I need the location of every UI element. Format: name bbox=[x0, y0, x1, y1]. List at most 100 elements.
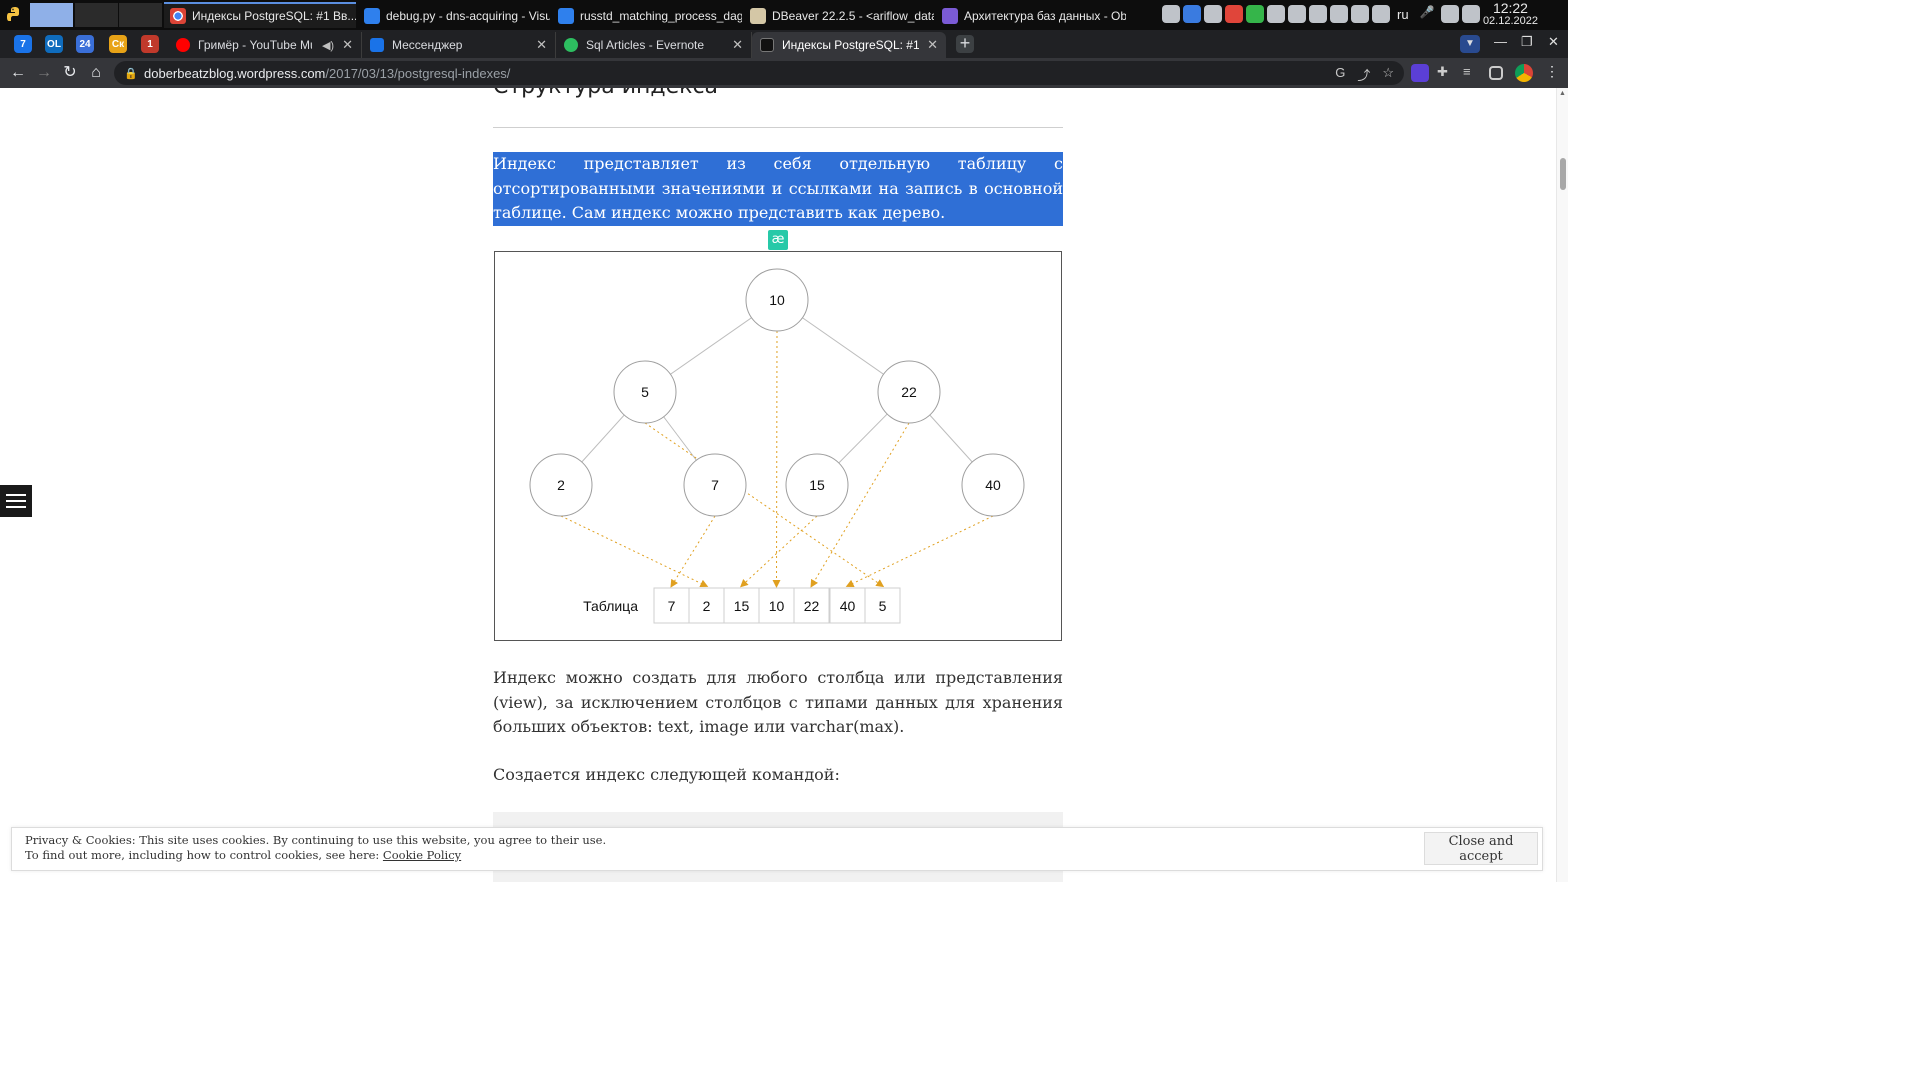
vscode-icon bbox=[558, 8, 574, 24]
close-icon[interactable]: ✕ bbox=[927, 37, 938, 53]
close-icon[interactable]: ✕ bbox=[342, 37, 353, 53]
web-page: Структура индекса Индекс представляет из… bbox=[0, 88, 1568, 882]
task-label: DBeaver 22.2.5 - <ariflow_databas... bbox=[772, 9, 934, 23]
battery-icon[interactable] bbox=[1440, 5, 1459, 23]
python-logo-icon[interactable] bbox=[6, 6, 24, 24]
tab-evernote[interactable]: Sql Articles - Evernote ✕ bbox=[556, 32, 752, 58]
task-label: Индексы PostgreSQL: #1 Вв... bbox=[192, 9, 356, 23]
back-icon[interactable]: ← bbox=[8, 63, 28, 83]
tree-node-label: 22 bbox=[901, 384, 917, 400]
telegram-icon[interactable] bbox=[1267, 5, 1285, 23]
scroll-up-icon[interactable]: ▲ bbox=[1559, 90, 1566, 97]
minimize-icon[interactable]: — bbox=[1494, 34, 1507, 49]
bookmark-star-icon[interactable]: ☆ bbox=[1382, 65, 1394, 84]
tab-search-button[interactable]: ▼ bbox=[1460, 35, 1480, 53]
pinned-tab-outlook[interactable]: OL bbox=[45, 35, 63, 53]
profile-avatar[interactable] bbox=[1515, 64, 1533, 82]
workspace-1[interactable] bbox=[30, 3, 73, 27]
new-tab-button[interactable]: + bbox=[956, 34, 974, 53]
paragraph-index-creation: Индекс можно создать для любого столбца … bbox=[493, 668, 1063, 736]
chrome-icon bbox=[170, 8, 186, 24]
puzzle-icon[interactable]: ✚ bbox=[1437, 64, 1455, 82]
notification-icon[interactable] bbox=[1162, 5, 1180, 23]
reload-icon[interactable]: ↻ bbox=[60, 63, 80, 83]
lock-icon[interactable]: 🔒 bbox=[124, 67, 138, 80]
clock[interactable]: 12:22 02.12.2022 bbox=[1483, 0, 1538, 28]
cookie-line-1: Privacy & Cookies: This site uses cookie… bbox=[25, 833, 607, 847]
b-tree-svg: 105 222 7 15 40Таблица 7 2 15 10 22 40 5 bbox=[529, 268, 1025, 624]
section-heading: Структура индекса bbox=[493, 88, 718, 99]
tab-messenger[interactable]: Мессенджер ✕ bbox=[362, 32, 556, 58]
messenger-icon bbox=[370, 38, 384, 52]
dbeaver-icon bbox=[750, 8, 766, 24]
play-icon[interactable] bbox=[1330, 5, 1348, 23]
window-icon[interactable] bbox=[1351, 5, 1369, 23]
more-menu-icon[interactable]: ⋮ bbox=[1545, 63, 1559, 80]
close-icon[interactable]: ✕ bbox=[732, 37, 743, 53]
browser-tab-strip: 7 OL 24 Ск 1 Гримёр - YouTube Music ◀) ✕… bbox=[0, 30, 1568, 58]
menu-toggle-icon[interactable] bbox=[0, 485, 32, 517]
table-cell-value: 40 bbox=[840, 598, 856, 614]
close-icon[interactable]: ✕ bbox=[536, 37, 547, 53]
screenshot-icon[interactable] bbox=[1183, 5, 1201, 23]
task-vscode-2[interactable]: russtd_matching_process_dag.py ... bbox=[552, 2, 742, 28]
scrollbar-thumb[interactable] bbox=[1560, 158, 1566, 190]
pinned-tab-sk[interactable]: Ск bbox=[109, 35, 127, 53]
cloud-icon[interactable] bbox=[1288, 5, 1306, 23]
cookie-line-2: To find out more, including how to contr… bbox=[25, 848, 383, 862]
address-bar[interactable]: 🔒 doberbeatzblog.wordpress.com/2017/03/1… bbox=[114, 61, 1404, 85]
pointer-arrow bbox=[845, 515, 994, 588]
pinned-tab-calendar[interactable]: 7 bbox=[14, 35, 32, 53]
volume-icon[interactable] bbox=[1372, 5, 1390, 23]
paragraph-command: Создается индекс следующей командой: bbox=[493, 765, 840, 784]
table-label: Таблица bbox=[583, 598, 638, 614]
close-window-icon[interactable]: ✕ bbox=[1548, 34, 1559, 50]
ae-badge[interactable]: æ bbox=[768, 230, 788, 250]
wordpress-icon bbox=[760, 38, 774, 52]
os-taskbar: Индексы PostgreSQL: #1 Вв... 🔊 debug.py … bbox=[0, 0, 1568, 30]
extension-icon[interactable] bbox=[1411, 64, 1429, 82]
close-and-accept-button[interactable]: Close and accept bbox=[1424, 832, 1538, 865]
task-vscode-1[interactable]: debug.py - dns-acquiring - Visual ... bbox=[358, 2, 550, 28]
audio-icon[interactable]: ◀) bbox=[322, 39, 334, 52]
reading-list-icon[interactable]: ≡ bbox=[1463, 64, 1481, 82]
mail-icon[interactable] bbox=[1225, 5, 1243, 23]
pointer-arrow bbox=[644, 422, 885, 588]
table-cell-value: 5 bbox=[879, 598, 887, 614]
tab-youtube-music[interactable]: Гримёр - YouTube Music ◀) ✕ bbox=[168, 32, 362, 58]
restore-icon[interactable]: ❐ bbox=[1521, 34, 1533, 50]
pinned-tab-notify[interactable]: 1 bbox=[141, 35, 159, 53]
home-icon[interactable]: ⌂ bbox=[86, 63, 106, 83]
pointer-arrow bbox=[772, 330, 781, 588]
cookie-policy-link[interactable]: Cookie Policy bbox=[383, 848, 461, 862]
task-label: russtd_matching_process_dag.py ... bbox=[580, 9, 742, 23]
clipboard-icon[interactable] bbox=[1309, 5, 1327, 23]
forward-icon[interactable]: → bbox=[34, 63, 54, 83]
microphone-icon[interactable]: 🎤 bbox=[1420, 5, 1438, 23]
workspace-2[interactable] bbox=[75, 3, 118, 27]
table-cell-value: 7 bbox=[668, 598, 676, 614]
url-path: /2017/03/13/postgresql-indexes/ bbox=[325, 65, 511, 81]
workspace-3[interactable] bbox=[119, 3, 162, 27]
keyboard-layout[interactable]: ru bbox=[1397, 7, 1409, 22]
task-obsidian[interactable]: Архитектура баз данных - Obsidi... bbox=[936, 2, 1126, 28]
page-scrollbar[interactable]: ▲ bbox=[1556, 88, 1568, 882]
task-label: debug.py - dns-acquiring - Visual ... bbox=[386, 9, 550, 23]
clock-time: 12:22 bbox=[1492, 0, 1528, 16]
vscode-icon bbox=[364, 8, 380, 24]
tray-menu-icon[interactable] bbox=[1461, 5, 1480, 23]
pinned-tab-bitrix[interactable]: 24 bbox=[76, 35, 94, 53]
task-label: Архитектура баз данных - Obsidi... bbox=[964, 9, 1126, 23]
task-dbeaver[interactable]: DBeaver 22.2.5 - <ariflow_databas... bbox=[744, 2, 934, 28]
google-lens-icon[interactable]: G bbox=[1335, 65, 1345, 84]
tab-postgresql-indexes[interactable]: Индексы PostgreSQL: #1 Вв ✕ bbox=[752, 32, 946, 58]
divider bbox=[493, 127, 1063, 128]
obsidian-icon bbox=[942, 8, 958, 24]
share-icon[interactable]: ⤴ bbox=[1357, 65, 1370, 84]
pointer-arrow bbox=[740, 515, 818, 588]
tree-node-label: 2 bbox=[557, 477, 565, 493]
task-chrome[interactable]: Индексы PostgreSQL: #1 Вв... 🔊 bbox=[164, 2, 356, 28]
side-panel-icon[interactable] bbox=[1489, 66, 1503, 80]
media-icon[interactable] bbox=[1204, 5, 1222, 23]
check-icon[interactable] bbox=[1246, 5, 1264, 23]
